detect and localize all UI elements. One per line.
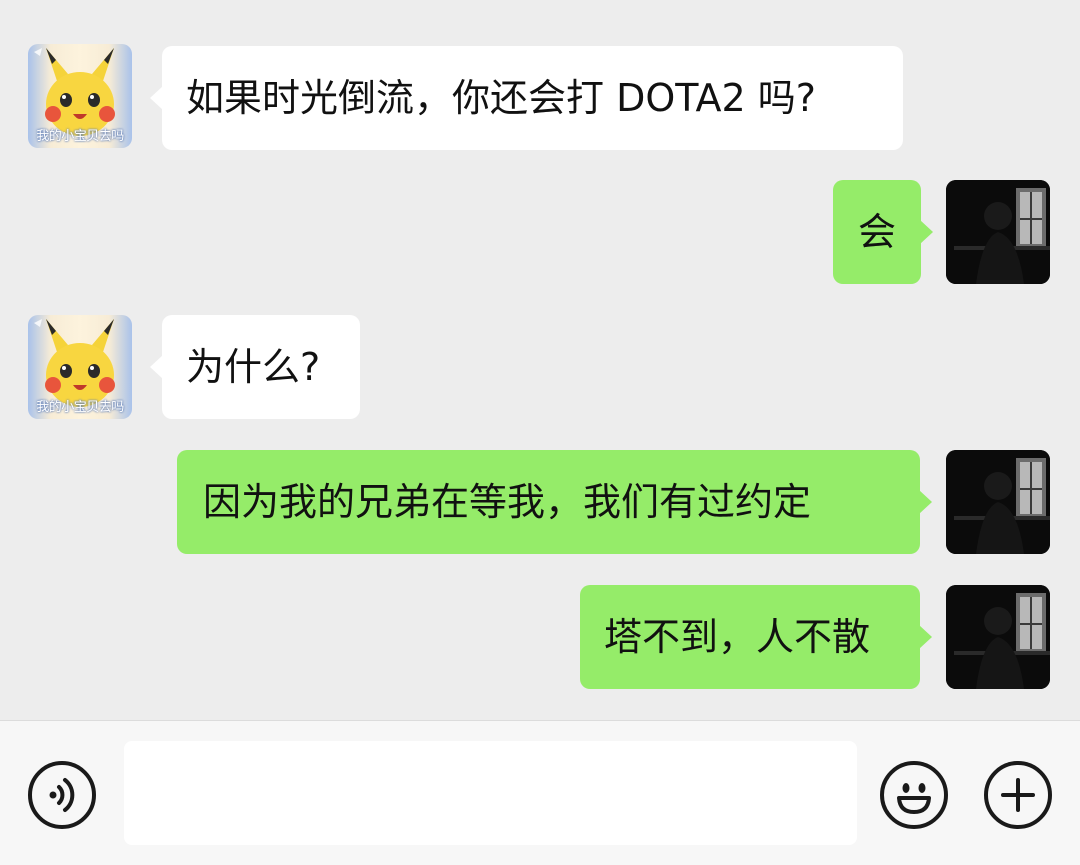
contact-avatar[interactable]: 我的小宝贝去吗	[28, 44, 132, 148]
my-avatar[interactable]	[946, 585, 1050, 689]
avatar-caption: 我的小宝贝去吗	[36, 400, 124, 415]
my-avatar[interactable]	[946, 180, 1050, 284]
silhouette-avatar-icon	[946, 180, 1050, 284]
outgoing-message-bubble[interactable]: 塔不到，人不散	[580, 585, 932, 689]
chat-area: 我的小宝贝去吗 如果时光倒流，你还会打 DOTA2 吗? 会 我的小宝贝去吗 为…	[0, 0, 1080, 720]
outgoing-message-bubble[interactable]: 会	[833, 180, 933, 284]
voice-button[interactable]	[28, 761, 96, 829]
voice-icon	[49, 778, 75, 812]
avatar-caption: 我的小宝贝去吗	[36, 129, 124, 144]
incoming-message-bubble[interactable]: 为什么?	[150, 315, 360, 419]
message-input[interactable]	[124, 741, 857, 845]
plus-icon	[1001, 778, 1035, 812]
emoji-icon	[897, 783, 931, 814]
my-avatar[interactable]	[946, 450, 1050, 554]
input-toolbar	[0, 720, 1080, 865]
silhouette-avatar-icon	[946, 450, 1050, 554]
silhouette-avatar-icon	[946, 585, 1050, 689]
outgoing-message-bubble[interactable]: 因为我的兄弟在等我，我们有过约定	[177, 450, 932, 554]
more-button[interactable]	[984, 761, 1052, 829]
incoming-message-bubble[interactable]: 如果时光倒流，你还会打 DOTA2 吗?	[150, 46, 903, 150]
emoji-button[interactable]	[880, 761, 948, 829]
contact-avatar[interactable]: 我的小宝贝去吗	[28, 315, 132, 419]
